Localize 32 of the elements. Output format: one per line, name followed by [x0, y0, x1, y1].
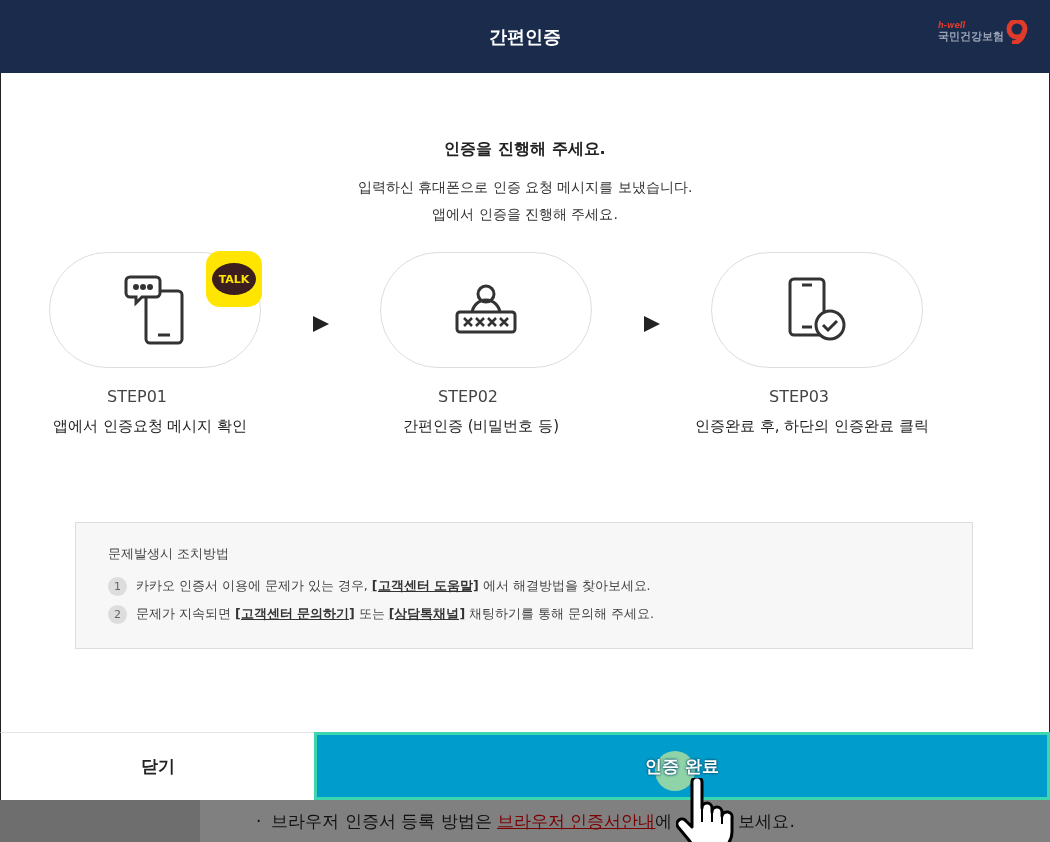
logo-tagline: h-well	[938, 21, 967, 30]
help-link[interactable]: [고객센터 도움말]	[371, 578, 479, 593]
step-label: STEP01	[106, 387, 167, 406]
help-title: 문제발생시 조치방법	[108, 545, 231, 563]
intro-heading: 인증을 진행해 주세요.	[444, 139, 606, 160]
intro-text: 앱에서 인증을 진행해 주세요.	[432, 205, 618, 224]
background-text: 보세요.	[738, 809, 795, 833]
help-text: 문제가 지속되면 [고객센터 문의하기] 또는 [상담톡채널] 채팅하기를 통해 문의해 주세요.	[136, 606, 654, 623]
number-badge: 1	[108, 577, 127, 596]
help-link[interactable]: [상담톡채널]	[388, 606, 466, 621]
bullet: ·	[256, 811, 262, 831]
logo-icon	[1006, 20, 1028, 44]
close-button[interactable]: 닫기	[0, 732, 314, 800]
logo-name: 국민건강보험	[938, 30, 1004, 43]
arrow-icon	[643, 316, 660, 332]
phone-check-icon	[786, 277, 848, 343]
step-description: 인증완료 후, 하단의 인증완료 클릭	[695, 417, 929, 436]
intro-text: 입력하신 휴대폰으로 인증 요청 메시지를 보냈습니다.	[357, 178, 693, 197]
talk-badge: TALK	[206, 251, 262, 307]
hand-cursor-icon	[676, 778, 736, 842]
step-description: 간편인증 (비밀번호 등)	[402, 417, 560, 436]
dialog-title: 간편인증	[489, 24, 561, 49]
help-text: 카카오 인증서 이용에 문제가 있는 경우, [고객센터 도움말] 에서 해결방법을 찾아보세요.	[136, 578, 651, 595]
help-link[interactable]: [고객센터 문의하기]	[234, 606, 355, 621]
chat-phone-icon	[124, 275, 186, 345]
background-text: 브라우저 인증서 등록 방법은 브라우저 인증서안내에	[271, 809, 673, 833]
number-badge: 2	[108, 605, 127, 624]
step-label: STEP03	[768, 387, 829, 406]
user-password-icon	[454, 284, 518, 336]
step-description: 앱에서 인증요청 메시지 확인	[52, 417, 248, 436]
step-label: STEP02	[437, 387, 498, 406]
arrow-icon	[312, 316, 329, 332]
